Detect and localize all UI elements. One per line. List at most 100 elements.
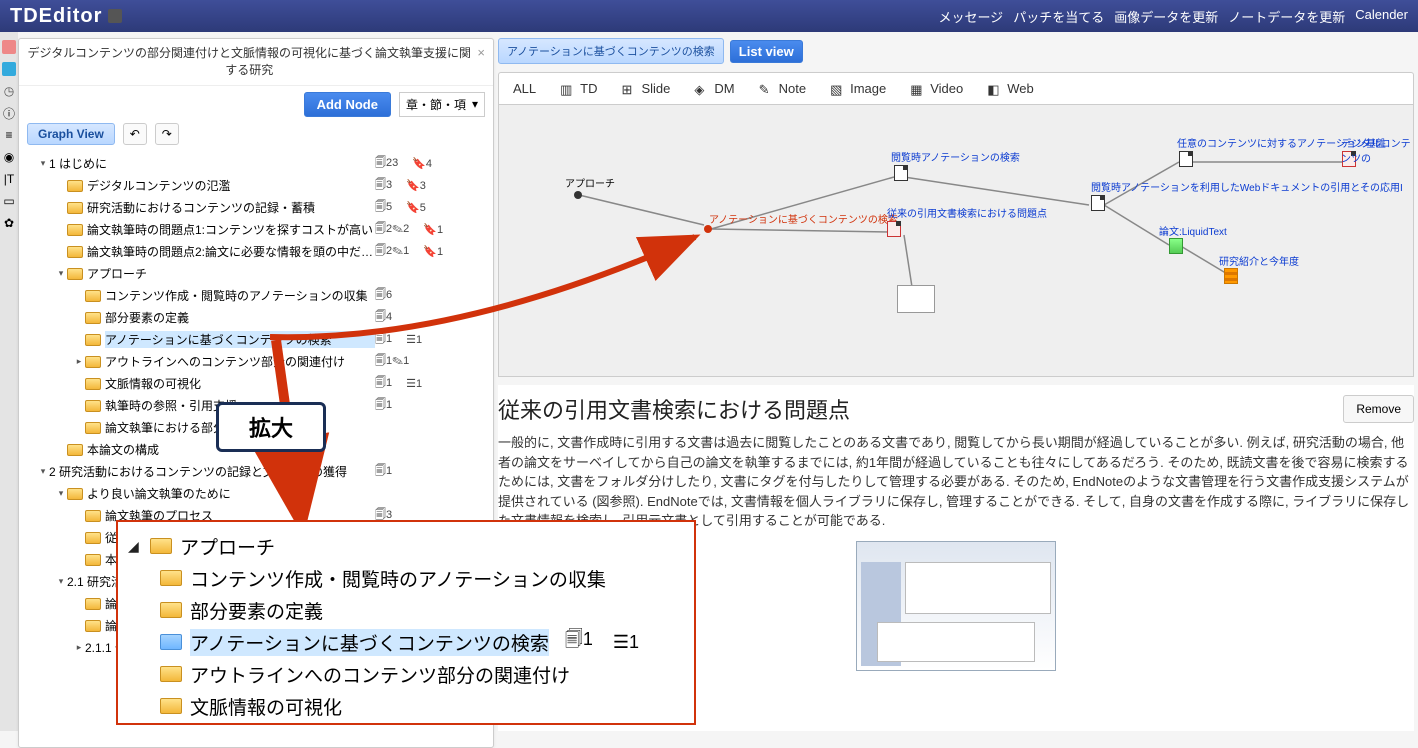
side-icon-2[interactable] <box>2 62 16 76</box>
graph-thumb-orange[interactable] <box>1224 268 1238 284</box>
top-link-patch[interactable]: パッチを当てる <box>1013 7 1104 26</box>
tab-video[interactable]: ▦Video <box>910 81 963 96</box>
graph-node-dot[interactable] <box>574 191 582 199</box>
folder-icon <box>85 312 101 324</box>
tree-label: 2 研究活動におけるコンテンツの記録と文脈情報の獲得 <box>49 463 375 480</box>
list-view-button[interactable]: List view <box>730 40 803 63</box>
side-icon-1[interactable] <box>2 40 16 54</box>
graph-doc-icon-3[interactable] <box>1091 195 1105 211</box>
graph-doc-icon-1[interactable] <box>894 165 908 181</box>
side-icon-clock[interactable]: ◷ <box>2 84 16 98</box>
tab-web[interactable]: ◧Web <box>987 81 1034 96</box>
side-icon-strip: ◷ ⓘ ≡ ◉ |T ▭ ✿ <box>0 32 18 731</box>
tree-row[interactable]: デジタルコンテンツの氾濫🗐3🔖3 <box>27 175 485 197</box>
dm-icon: ◈ <box>694 82 708 96</box>
side-icon-doc[interactable]: ▭ <box>2 194 16 208</box>
tree-row[interactable]: ▾アプローチ <box>27 263 485 285</box>
tree-meta: 🗐3🔖3 <box>375 176 485 195</box>
graph-node-center-dot[interactable] <box>704 225 712 233</box>
tree-row[interactable]: 部分要素の定義🗐4 <box>27 307 485 329</box>
graph-thumb-1[interactable] <box>897 285 935 313</box>
folder-icon <box>85 532 101 544</box>
expand-tri-icon[interactable]: ▾ <box>37 158 49 169</box>
redo-button[interactable]: ↷ <box>155 123 179 145</box>
side-icon-eye[interactable]: ◉ <box>2 150 16 164</box>
folder-icon <box>160 666 182 682</box>
side-icon-stack[interactable]: ≡ <box>2 128 16 142</box>
folder-icon <box>85 400 101 412</box>
logo-badge-icon <box>108 9 122 23</box>
folder-icon <box>160 698 182 714</box>
note-icon: ✎ <box>759 82 773 96</box>
expand-tri-icon[interactable]: ▾ <box>37 466 49 477</box>
zoom-meta-2: ☰1 <box>613 632 639 653</box>
top-link-message[interactable]: メッセージ <box>938 7 1003 26</box>
tree-row[interactable]: ▾より良い論文執筆のために <box>27 483 485 505</box>
tree-row[interactable]: コンテンツ作成・閲覧時のアノテーションの収集🗐6 <box>27 285 485 307</box>
tree-row[interactable]: ▾2 研究活動におけるコンテンツの記録と文脈情報の獲得🗐1 <box>27 461 485 483</box>
graph-node-3[interactable]: 閲覧時アノテーションを利用したWebドキュメントの引用とその応用I <box>1091 179 1403 194</box>
tab-td[interactable]: ▥TD <box>560 81 597 96</box>
tab-all[interactable]: ALL <box>513 81 536 96</box>
tree-label: コンテンツ作成・閲覧時のアノテーションの収集 <box>105 287 375 304</box>
tree-row[interactable]: ▸アウトラインへのコンテンツ部分の関連付け🗐1✎1 <box>27 351 485 373</box>
folder-icon <box>160 602 182 618</box>
tree-row[interactable]: 論文執筆時の問題点2:論文に必要な情報を頭の中だけで🗐2✎1🔖1 <box>27 241 485 263</box>
graph-doc-icon-2[interactable] <box>887 221 901 237</box>
graph-node-2[interactable]: 従来の引用文書検索における問題点 <box>887 205 1047 220</box>
zoom-row-label: アプローチ <box>180 533 275 560</box>
tab-slide[interactable]: ⊞Slide <box>621 81 670 96</box>
add-node-button[interactable]: Add Node <box>304 92 391 117</box>
panel-close-button[interactable]: × <box>477 45 485 60</box>
graph-node-7[interactable]: デジタルコンテンツの <box>1341 135 1413 165</box>
side-icon-gear[interactable]: ✿ <box>2 216 16 230</box>
graph-thumb-green[interactable] <box>1169 238 1183 254</box>
folder-icon <box>67 488 83 500</box>
expand-tri-icon[interactable]: ▾ <box>55 268 67 279</box>
undo-button[interactable]: ↶ <box>123 123 147 145</box>
zoom-panel: ◢アプローチ コンテンツ作成・閲覧時のアノテーションの収集 部分要素の定義 アノ… <box>116 520 696 725</box>
tree-label: 研究活動におけるコンテンツの記録・蓄積 <box>87 199 375 216</box>
graph-node-4[interactable]: 論文:LiquidText <box>1159 223 1227 238</box>
side-icon-info[interactable]: ⓘ <box>2 106 16 120</box>
tree-row[interactable]: 論文執筆時の問題点1:コンテンツを探すコストが高い🗐2✎2🔖1 <box>27 219 485 241</box>
tree-meta: 🗐4 <box>375 308 485 327</box>
graph-node-center[interactable]: アノテーションに基づくコンテンツの検索 <box>709 211 898 226</box>
tree-label: 論文執筆時の問題点2:論文に必要な情報を頭の中だけで <box>87 243 375 260</box>
top-link-note-refresh[interactable]: ノートデータを更新 <box>1228 7 1345 26</box>
graph-node-5[interactable]: 研究紹介と今年度 <box>1219 253 1299 268</box>
app-logo: TDEditor <box>10 5 122 28</box>
tree-label: アウトラインへのコンテンツ部分の関連付け <box>105 353 375 370</box>
top-link-image-refresh[interactable]: 画像データを更新 <box>1114 7 1218 26</box>
expand-tri-icon[interactable]: ▾ <box>55 576 67 587</box>
graph-canvas[interactable]: アプローチ アノテーションに基づくコンテンツの検索 閲覧時アノテーションの検索 … <box>498 105 1414 377</box>
folder-icon <box>85 554 101 566</box>
expand-tri-icon[interactable]: ▸ <box>73 356 85 367</box>
folder-icon <box>160 634 182 650</box>
tree-row[interactable]: ▾1 はじめに🗐23🔖4 <box>27 153 485 175</box>
tab-dm[interactable]: ◈DM <box>694 81 734 96</box>
tree-label: 文脈情報の可視化 <box>105 375 375 392</box>
tree-row[interactable]: 文脈情報の可視化🗐1☰1 <box>27 373 485 395</box>
tree-row[interactable]: 研究活動におけるコンテンツの記録・蓄積🗐5🔖5 <box>27 197 485 219</box>
tree-row[interactable]: アノテーションに基づくコンテンツの検索🗐1☰1 <box>27 329 485 351</box>
tree-meta: 🗐2✎1🔖1 <box>375 242 485 261</box>
folder-icon <box>85 598 101 610</box>
expand-tri-icon[interactable]: ▸ <box>73 642 85 653</box>
side-icon-text[interactable]: |T <box>2 172 16 186</box>
breadcrumb[interactable]: アノテーションに基づくコンテンツの検索 <box>498 38 724 64</box>
tab-note[interactable]: ✎Note <box>759 81 806 96</box>
section-level-select[interactable]: 章・節・項 ▾ <box>399 92 485 117</box>
expand-tri-icon[interactable]: ▾ <box>55 488 67 499</box>
tab-image[interactable]: ▧Image <box>830 81 886 96</box>
graph-doc-icon-4[interactable] <box>1179 151 1193 167</box>
folder-icon <box>67 268 83 280</box>
endnote-thumbnail[interactable] <box>856 541 1056 671</box>
graph-node-approach[interactable]: アプローチ <box>565 175 615 190</box>
graph-view-button[interactable]: Graph View <box>27 123 115 145</box>
remove-button[interactable]: Remove <box>1343 395 1414 423</box>
tree-meta: 🗐1☰1 <box>375 330 485 349</box>
video-icon: ▦ <box>910 82 924 96</box>
top-link-calendar[interactable]: Calender <box>1355 7 1408 26</box>
graph-node-1[interactable]: 閲覧時アノテーションの検索 <box>891 149 1020 164</box>
